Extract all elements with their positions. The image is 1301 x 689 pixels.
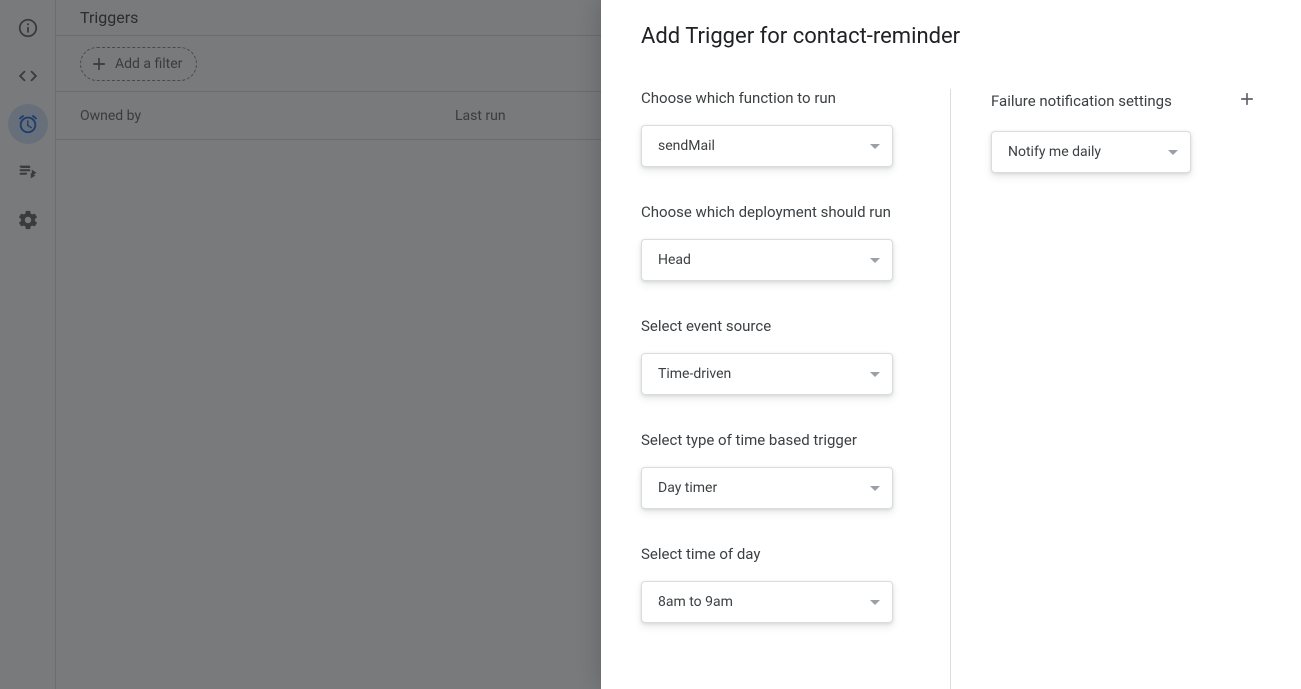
chevron-down-icon	[870, 600, 880, 605]
event-source-label: Select event source	[641, 317, 910, 335]
chevron-down-icon	[870, 486, 880, 491]
function-label: Choose which function to run	[641, 89, 910, 107]
chevron-down-icon	[1168, 150, 1178, 155]
deployment-select[interactable]: Head	[641, 239, 893, 281]
event-source-select[interactable]: Time-driven	[641, 353, 893, 395]
time-type-select[interactable]: Day timer	[641, 467, 893, 509]
deployment-label: Choose which deployment should run	[641, 203, 910, 221]
time-of-day-value: 8am to 9am	[658, 594, 733, 610]
add-trigger-modal: Add Trigger for contact-reminder Choose …	[601, 0, 1301, 689]
event-source-value: Time-driven	[658, 366, 731, 382]
failure-label: Failure notification settings	[991, 92, 1172, 110]
time-type-label: Select type of time based trigger	[641, 431, 910, 449]
deployment-value: Head	[658, 252, 691, 268]
time-type-value: Day timer	[658, 480, 717, 496]
chevron-down-icon	[870, 372, 880, 377]
failure-notification-select[interactable]: Notify me daily	[991, 131, 1191, 173]
time-of-day-label: Select time of day	[641, 545, 910, 563]
function-value: sendMail	[658, 138, 715, 154]
add-notification-button[interactable]	[1237, 89, 1261, 113]
chevron-down-icon	[870, 258, 880, 263]
function-select[interactable]: sendMail	[641, 125, 893, 167]
time-of-day-select[interactable]: 8am to 9am	[641, 581, 893, 623]
failure-value: Notify me daily	[1008, 144, 1101, 160]
modal-title: Add Trigger for contact-reminder	[601, 0, 1301, 49]
chevron-down-icon	[870, 144, 880, 149]
